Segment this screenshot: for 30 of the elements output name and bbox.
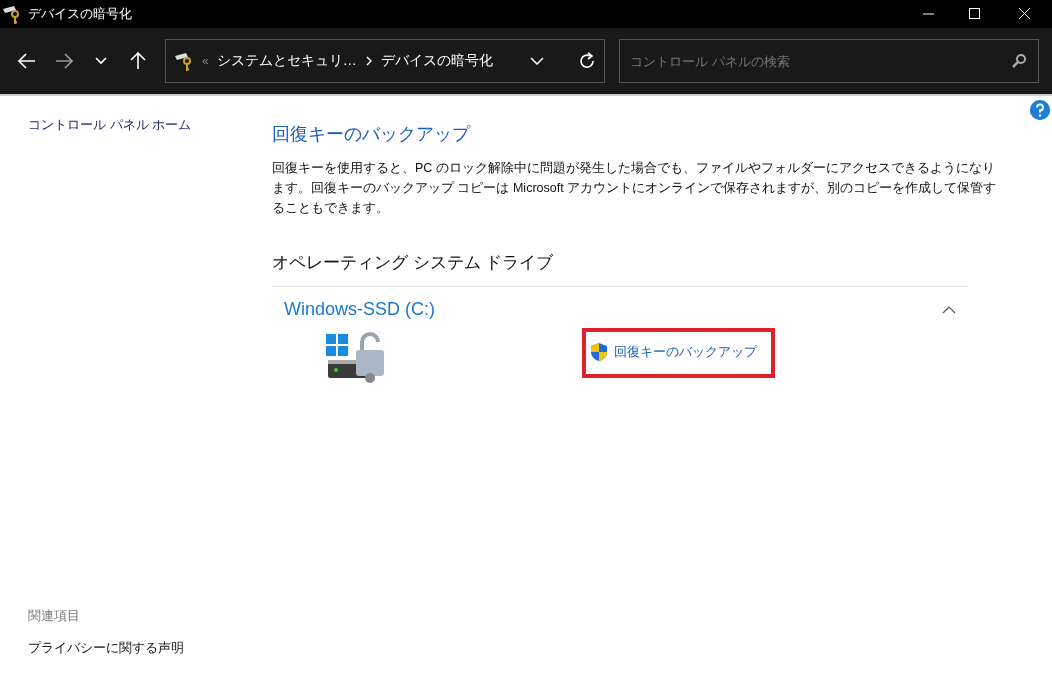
- key-ring-icon: [2, 4, 22, 24]
- key-ring-icon: [174, 51, 194, 71]
- home-link[interactable]: コントロール パネル ホーム: [28, 116, 192, 134]
- arrow-right-icon[interactable]: [54, 53, 73, 69]
- arrow-left-icon[interactable]: [17, 53, 36, 69]
- dropdown-icon[interactable]: [530, 57, 544, 65]
- section-heading: オペレーティング システム ドライブ: [272, 251, 968, 287]
- breadcrumb-overflow[interactable]: «: [202, 54, 209, 68]
- maximize-icon[interactable]: [969, 8, 981, 20]
- chevron-right-icon: [364, 56, 373, 66]
- drive-name[interactable]: Windows-SSD (C:): [284, 299, 435, 320]
- shield-icon: [590, 342, 608, 362]
- search-field[interactable]: コントロール パネルの検索: [619, 39, 1039, 83]
- chevron-down-icon[interactable]: [94, 57, 107, 65]
- drive-lock-icon: [324, 332, 386, 384]
- close-icon[interactable]: [1019, 8, 1031, 20]
- arrow-up-icon[interactable]: [129, 52, 146, 70]
- window-title: デバイスの暗号化: [28, 5, 133, 23]
- chevron-up-icon[interactable]: [942, 305, 956, 314]
- breadcrumb-item[interactable]: デバイスの暗号化: [380, 52, 493, 70]
- address-bar[interactable]: « システムとセキュリ… デバイスの暗号化: [165, 39, 605, 83]
- help-icon[interactable]: [1030, 100, 1050, 120]
- backup-recovery-key-link[interactable]: 回復キーのバックアップ: [590, 342, 757, 362]
- privacy-link[interactable]: プライバシーに関する声明: [28, 639, 184, 657]
- description-text: 回復キーを使用すると、PC のロック解除中に問題が発生した場合でも、ファイルやフォルダーにアクセスできるようになります。回復キーのバックアップ コピーは Microsoft アカウントにオンラインで保存されますが、別のコピーを作成して保管することもできます。: [272, 160, 998, 217]
- search-icon[interactable]: [1011, 53, 1027, 69]
- related-heading: 関連項目: [28, 607, 80, 625]
- refresh-icon[interactable]: [578, 52, 596, 70]
- breadcrumb-item[interactable]: システムとセキュリ…: [216, 52, 357, 70]
- page-heading: 回復キーのバックアップ: [272, 123, 472, 146]
